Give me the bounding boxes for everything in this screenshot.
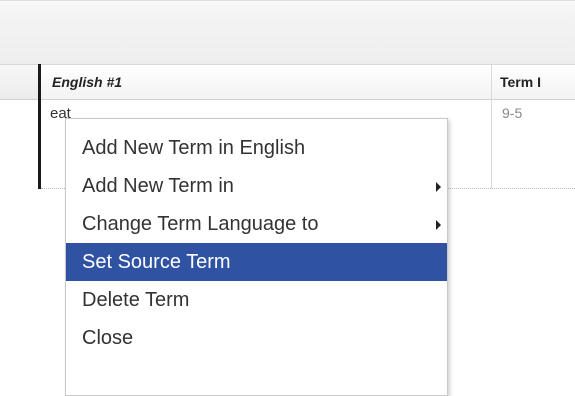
menu-item-label: Change Term Language to — [82, 213, 319, 235]
column-header-term-id[interactable]: Term I — [500, 65, 575, 99]
submenu-arrow-icon — [436, 220, 441, 230]
column-divider-selected — [38, 64, 41, 189]
menu-item-label: Set Source Term — [82, 251, 231, 273]
column-divider[interactable] — [491, 64, 492, 189]
term-id-cell: 9-5 — [502, 105, 523, 121]
menu-item-label: Delete Term — [82, 289, 190, 311]
column-header-english[interactable]: English #1 — [52, 65, 122, 99]
menu-item-add-new-term-english[interactable]: Add New Term in English — [66, 129, 447, 167]
grid-header-row: English #1 Term I — [0, 64, 575, 100]
menu-item-label: Add New Term in English — [82, 137, 306, 159]
menu-item-label: Close — [82, 327, 134, 349]
menu-item-close[interactable]: Close — [66, 319, 447, 357]
menu-item-add-new-term-in[interactable]: Add New Term in — [66, 167, 447, 205]
submenu-arrow-icon — [436, 182, 441, 192]
menu-item-label: Add New Term in — [82, 175, 234, 197]
toolbar-band — [0, 0, 575, 64]
menu-item-set-source-term[interactable]: Set Source Term — [66, 243, 447, 281]
menu-item-change-term-language[interactable]: Change Term Language to — [66, 205, 447, 243]
context-menu: Add New Term in English Add New Term in … — [65, 118, 448, 396]
menu-item-delete-term[interactable]: Delete Term — [66, 281, 447, 319]
row-selector-header — [0, 65, 38, 99]
